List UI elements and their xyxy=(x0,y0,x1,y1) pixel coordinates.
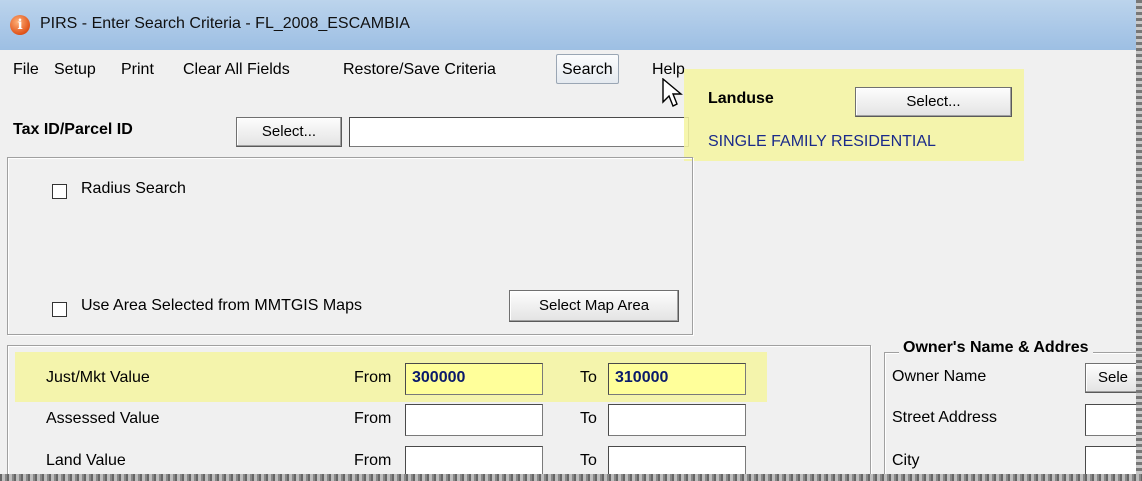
landuse-select-button[interactable]: Select... xyxy=(855,87,1012,117)
radius-search-label: Radius Search xyxy=(81,180,186,197)
use-area-checkbox[interactable] xyxy=(52,302,67,317)
just-mkt-value-label: Just/Mkt Value xyxy=(46,369,150,386)
land-value-label: Land Value xyxy=(46,452,126,469)
city-input[interactable] xyxy=(1085,446,1138,475)
land-to-input[interactable] xyxy=(608,446,746,475)
menu-file[interactable]: File xyxy=(13,61,39,79)
owner-name-select-button[interactable]: Sele xyxy=(1085,363,1138,393)
just-mkt-from-input[interactable]: 300000 xyxy=(405,363,543,395)
torn-edge-right xyxy=(1136,0,1142,481)
info-icon: i xyxy=(10,15,30,35)
tax-id-label: Tax ID/Parcel ID xyxy=(13,121,133,138)
street-address-input[interactable] xyxy=(1085,404,1138,436)
select-map-area-button[interactable]: Select Map Area xyxy=(509,290,679,322)
land-from-label: From xyxy=(354,452,392,469)
landuse-label: Landuse xyxy=(708,90,774,107)
assessed-to-input[interactable] xyxy=(608,404,746,436)
assessed-to-label: To xyxy=(580,410,597,427)
city-label: City xyxy=(892,452,920,469)
use-area-label: Use Area Selected from MMTGIS Maps xyxy=(81,297,362,314)
radius-search-checkbox[interactable] xyxy=(52,184,67,199)
just-mkt-from-value: 300000 xyxy=(412,369,466,386)
pirs-window: i PIRS - Enter Search Criteria - FL_2008… xyxy=(0,0,1138,475)
menu-search[interactable]: Search xyxy=(556,54,619,84)
assessed-value-label: Assessed Value xyxy=(46,410,160,427)
just-mkt-from-label: From xyxy=(354,369,392,386)
owner-group-title: Owner's Name & Addres xyxy=(899,339,1093,357)
tax-id-select-button[interactable]: Select... xyxy=(236,117,342,147)
menu-restore-save-criteria[interactable]: Restore/Save Criteria xyxy=(343,61,496,79)
street-address-label: Street Address xyxy=(892,409,997,426)
just-mkt-to-label: To xyxy=(580,369,597,386)
just-mkt-to-input[interactable]: 310000 xyxy=(608,363,746,395)
assessed-from-input[interactable] xyxy=(405,404,543,436)
assessed-from-label: From xyxy=(354,410,392,427)
title-bar: i PIRS - Enter Search Criteria - FL_2008… xyxy=(0,0,1138,50)
owner-name-label: Owner Name xyxy=(892,368,987,385)
menu-print[interactable]: Print xyxy=(121,61,154,79)
torn-edge-bottom xyxy=(0,474,1142,481)
window-title: PIRS - Enter Search Criteria - FL_2008_E… xyxy=(40,15,410,32)
land-from-input[interactable] xyxy=(405,446,543,475)
land-to-label: To xyxy=(580,452,597,469)
menu-setup[interactable]: Setup xyxy=(54,61,96,79)
menu-help[interactable]: Help xyxy=(652,61,685,79)
tax-id-input[interactable] xyxy=(349,117,689,147)
menu-clear-all-fields[interactable]: Clear All Fields xyxy=(183,61,290,79)
landuse-value: SINGLE FAMILY RESIDENTIAL xyxy=(708,133,936,150)
mouse-cursor-icon xyxy=(662,78,683,107)
just-mkt-to-value: 310000 xyxy=(615,369,669,386)
